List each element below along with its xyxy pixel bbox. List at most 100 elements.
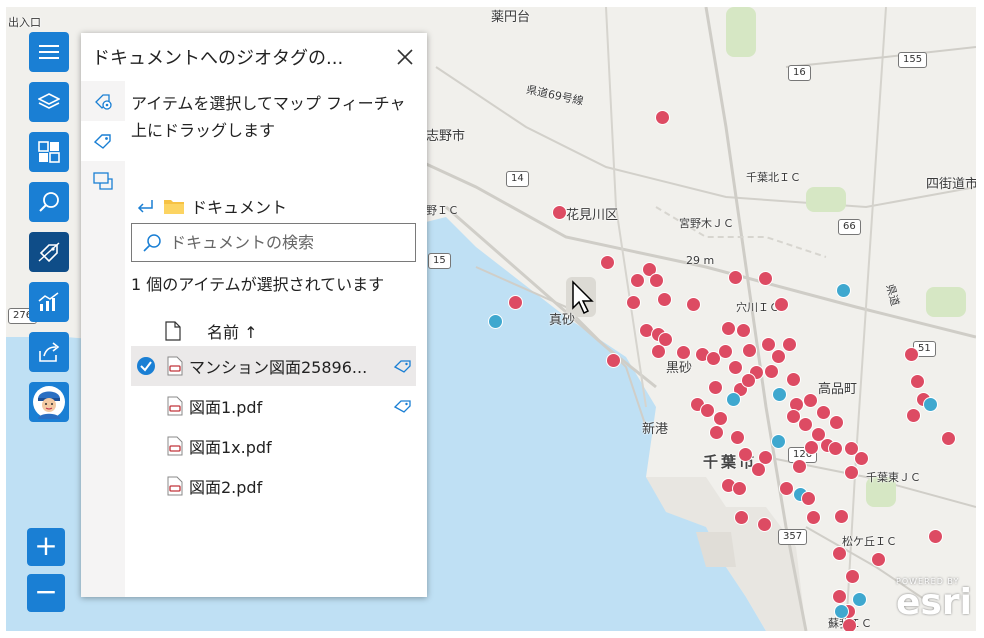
map-feature-point[interactable] [842, 618, 857, 631]
map-feature-point[interactable] [906, 408, 921, 423]
close-button[interactable] [383, 33, 427, 81]
map-feature-point[interactable] [928, 529, 943, 544]
map-feature-point[interactable] [713, 411, 728, 426]
map-feature-point[interactable] [686, 297, 701, 312]
map-feature-point[interactable] [649, 273, 664, 288]
map-feature-point[interactable] [736, 323, 751, 338]
basemap-gallery-button[interactable] [29, 132, 69, 172]
map-feature-point[interactable] [726, 392, 741, 407]
map-feature-point[interactable] [816, 405, 831, 420]
map-feature-point[interactable] [758, 271, 773, 286]
map-feature-point[interactable] [709, 425, 724, 440]
map-label: 四街道市 [926, 177, 976, 192]
map-feature-point[interactable] [600, 255, 615, 270]
map-feature-point[interactable] [708, 380, 723, 395]
map-feature-point[interactable] [734, 510, 749, 525]
search-input[interactable] [168, 232, 402, 253]
map-feature-point[interactable] [829, 415, 844, 430]
zoom-in-button[interactable]: + [27, 528, 65, 566]
share-button[interactable] [29, 332, 69, 372]
map-feature-point[interactable] [626, 295, 641, 310]
map-feature-point[interactable] [488, 314, 503, 329]
map-feature-point[interactable] [606, 353, 621, 368]
map-feature-point[interactable] [651, 344, 666, 359]
column-header-name[interactable]: 名前 ↑ [165, 319, 258, 343]
map-feature-point[interactable] [828, 441, 843, 456]
file-row[interactable]: 図面2.pdf [131, 466, 416, 506]
menu-button[interactable] [29, 32, 69, 72]
map-feature-point[interactable] [803, 393, 818, 408]
tab-list[interactable] [81, 161, 125, 201]
map-feature-point[interactable] [845, 569, 860, 584]
pdf-file-icon [167, 356, 183, 376]
map-feature-point[interactable] [804, 440, 819, 455]
map-feature-point[interactable] [904, 347, 919, 362]
map-feature-point[interactable] [832, 546, 847, 561]
map-feature-point[interactable] [801, 491, 816, 506]
map-feature-point[interactable] [852, 592, 867, 607]
map-feature-point[interactable] [552, 205, 567, 220]
basemap-gallery-icon [38, 141, 60, 163]
map-feature-point[interactable] [772, 387, 787, 402]
map-feature-point[interactable] [786, 372, 801, 387]
map-feature-point[interactable] [742, 343, 757, 358]
map-feature-point[interactable] [508, 295, 523, 310]
back-arrow-icon[interactable] [135, 198, 155, 214]
route-shield: 15 [428, 253, 451, 269]
map-feature-point[interactable] [771, 434, 786, 449]
breadcrumb[interactable]: ドキュメント [135, 194, 287, 218]
map-feature-point[interactable] [923, 397, 938, 412]
map-feature-point[interactable] [910, 374, 925, 389]
map-feature-point[interactable] [721, 321, 736, 336]
map-feature-point[interactable] [771, 349, 786, 364]
layers-icon [38, 93, 60, 109]
document-search[interactable] [131, 223, 416, 262]
search-button[interactable] [29, 182, 69, 222]
map-feature-point[interactable] [732, 481, 747, 496]
zoom-out-button[interactable]: − [27, 574, 65, 612]
map-feature-point[interactable] [854, 451, 869, 466]
map-feature-point[interactable] [757, 517, 772, 532]
geotag-button[interactable] [29, 232, 69, 272]
map-feature-point[interactable] [655, 110, 670, 125]
map-feature-point[interactable] [798, 417, 813, 432]
file-row[interactable]: マンション図面25896... [131, 346, 416, 386]
map-feature-point[interactable] [834, 509, 849, 524]
map-feature-point[interactable] [676, 345, 691, 360]
map-feature-point[interactable] [774, 297, 789, 312]
map-feature-point[interactable] [730, 430, 745, 445]
map-feature-point[interactable] [941, 431, 956, 446]
checkmark-circle-icon[interactable] [136, 356, 156, 376]
file-name: 図面1.pdf [189, 398, 263, 417]
map-feature-point[interactable] [836, 283, 851, 298]
map-feature-point[interactable] [738, 447, 753, 462]
map-feature-point[interactable] [844, 465, 859, 480]
close-icon [397, 49, 413, 65]
map-feature-point[interactable] [832, 589, 847, 604]
map-feature-point[interactable] [728, 270, 743, 285]
map-feature-point[interactable] [779, 481, 794, 496]
chart-button[interactable] [29, 282, 69, 322]
map-feature-point[interactable] [741, 373, 756, 388]
map-feature-point[interactable] [718, 344, 733, 359]
layers-button[interactable] [29, 82, 69, 122]
map-feature-point[interactable] [834, 604, 849, 619]
map-feature-point[interactable] [657, 292, 672, 307]
map-feature-point[interactable] [751, 462, 766, 477]
map-feature-point[interactable] [871, 552, 886, 567]
map-feature-point[interactable] [792, 459, 807, 474]
tab-settings[interactable] [81, 81, 125, 121]
map-feature-point[interactable] [630, 273, 645, 288]
map-feature-point[interactable] [728, 360, 743, 375]
map-feature-point[interactable] [782, 337, 797, 352]
file-row[interactable]: 図面1x.pdf [131, 426, 416, 466]
user-avatar-button[interactable] [29, 382, 69, 422]
map-label: 薬円台 [491, 10, 531, 25]
pdf-file-icon [167, 396, 183, 416]
map-feature-point[interactable] [806, 510, 821, 525]
tab-geotag[interactable] [81, 121, 125, 161]
file-row[interactable]: 図面1.pdf [131, 386, 416, 426]
map-feature-point[interactable] [764, 364, 779, 379]
geotag-panel: ドキュメントへのジオタグの... アイテムを選択してマップ フィーチャ上にドラッ… [81, 33, 427, 597]
pdf-file-icon [167, 436, 183, 456]
